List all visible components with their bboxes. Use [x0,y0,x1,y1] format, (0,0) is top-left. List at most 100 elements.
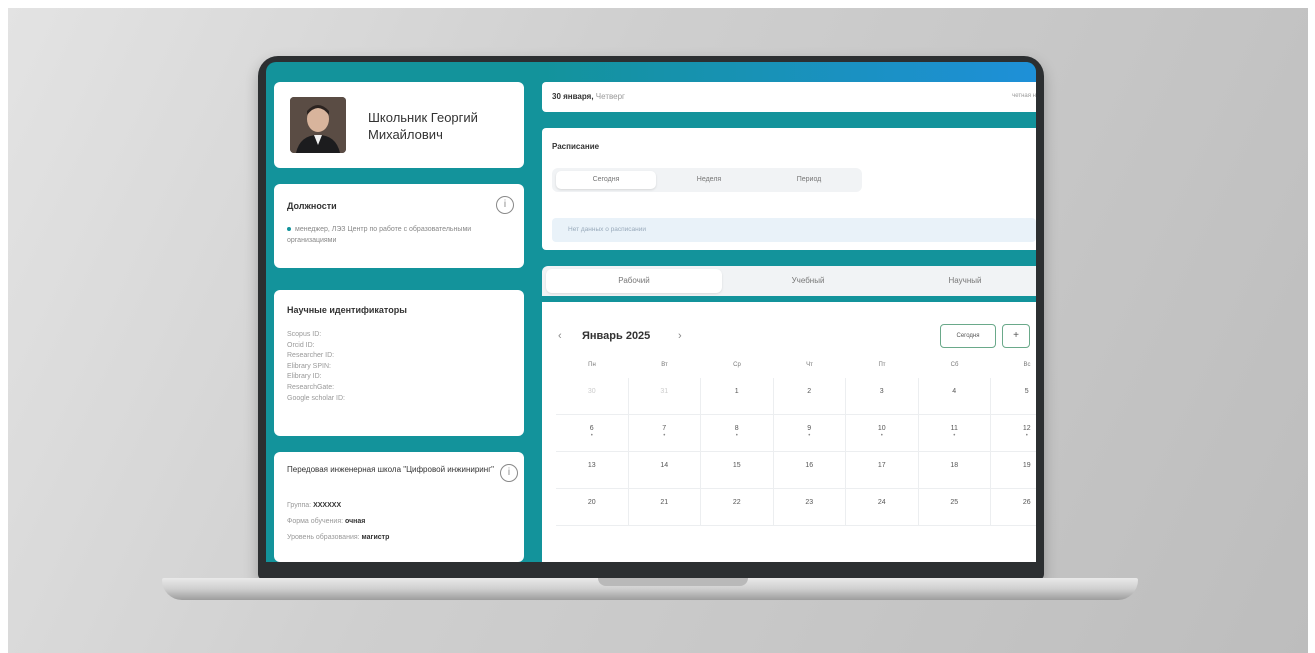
calendar-day[interactable]: 18 [918,452,991,489]
weekday-label: Сб [950,362,959,368]
calendar-day[interactable]: 13 [556,452,629,489]
calendar-day[interactable]: 3 [846,378,919,415]
calendar-day[interactable]: 2 [773,378,846,415]
list-item: Google scholar ID: [287,394,345,402]
weekday-label: Ср [733,362,741,368]
today-button[interactable]: Сегодня [940,324,996,348]
schedule-segmented-control: Сегодня Неделя Период [552,168,862,192]
field-value: очная [345,518,366,525]
weekday-label: Вт [661,362,668,368]
positions-title: Должности [287,201,337,211]
day-number: 9 [807,425,812,432]
laptop-bezel [258,562,1044,578]
laptop-notch [598,578,748,586]
top-strip [536,62,1036,82]
next-month-icon[interactable]: › [678,330,682,342]
weekday-header: Пн Вт Ср Чт Пт Сб Вс [556,362,1036,376]
calendar-day[interactable]: 10 • [846,415,919,452]
list-item: Elibrary SPIN: [287,362,331,370]
calendar-day[interactable]: 26 [991,489,1036,526]
calendar-day[interactable]: 7 • [628,415,701,452]
app-screen: Школьник Георгий Михайлович Должности i … [266,62,1036,562]
profile-card: Школьник Георгий Михайлович [274,82,524,168]
list-item: Elibrary ID: [287,373,322,381]
position-text: менеджер, ЛЭЗ Центр по работе с образова… [287,226,472,244]
calendar-day[interactable]: 19 [991,452,1036,489]
day-number: 8 [734,425,739,432]
current-date: 30 января, Четверг [552,92,625,101]
calendar-grid: 30 31 1 2 3 4 5 6 • 7 • 8 • 9 • 10 • 11 • 12 • … [556,378,1036,562]
calendar-day[interactable]: 14 [628,452,701,489]
bullet-icon [287,227,291,232]
calendar-day[interactable]: 16 [773,452,846,489]
calendar: ‹ Январь 2025 › Сегодня + Пн Вт Ср Чт Пт… [542,302,1036,562]
calendar-day[interactable]: 1 [701,378,774,415]
weekday-label: Вс [1023,362,1031,368]
profile-name: Школьник Георгий Михайлович [368,110,478,142]
calendar-tabs: Рабочий Учебный Научный [542,266,1036,296]
tab-science[interactable]: Научный [894,269,1036,293]
school-title: Передовая инженерная школа "Цифровой инж… [287,465,494,474]
day-number: 10 [877,425,886,432]
calendar-day[interactable]: 5 [991,378,1036,415]
day-number: 11 [950,425,958,432]
calendar-day[interactable]: 23 [773,489,846,526]
event-dot-icon: • [663,433,666,439]
calendar-month: Январь 2025 [582,330,651,342]
field-value: ХХХХХХ [313,502,342,509]
event-dot-icon: • [808,433,811,439]
schedule-title: Расписание [552,142,600,151]
segment-period[interactable]: Период [762,171,856,189]
weekday-label: Чт [806,362,813,368]
field-label: Группа: [287,502,312,509]
school-card: Передовая инженерная школа "Цифровой инж… [274,452,524,562]
calendar-day[interactable]: 15 [701,452,774,489]
tab-study[interactable]: Учебный [728,269,888,293]
segment-week[interactable]: Неделя [662,171,756,189]
info-icon[interactable]: i [500,464,518,482]
field-value: магистр [361,534,390,541]
info-icon[interactable]: i [496,196,514,214]
week-parity: четная н [1012,93,1036,99]
position-entry: менеджер, ЛЭЗ Центр по работе с образова… [287,224,487,246]
segment-today[interactable]: Сегодня [556,171,656,189]
calendar-day[interactable]: 11 • [918,415,991,452]
calendar-day[interactable]: 25 [918,489,991,526]
date-label: 30 января, [552,92,594,101]
list-item: Researcher ID: [287,352,335,360]
calendar-day[interactable]: 20 [556,489,629,526]
schedule-card: Расписание Сегодня Неделя Период Нет дан… [542,128,1036,250]
event-dot-icon: • [735,433,738,439]
weekday-label: Пт [878,362,886,368]
calendar-day[interactable]: 6 • [556,415,629,452]
calendar-day[interactable]: 4 [918,378,991,415]
avatar[interactable] [290,97,346,153]
weekday-label: Пн [588,362,596,368]
calendar-day[interactable]: 9 • [773,415,846,452]
tab-work[interactable]: Рабочий [546,269,722,293]
empty-schedule-message: Нет данных о расписании [552,218,1036,242]
list-item: Scopus ID: [287,331,322,338]
calendar-day[interactable]: 22 [701,489,774,526]
field-label: Форма обучения: [287,518,344,525]
avatar-photo [290,97,346,153]
school-form: Форма обучения: очная [287,518,365,525]
prev-month-icon[interactable]: ‹ [558,330,562,342]
calendar-day[interactable]: 8 • [701,415,774,452]
day-number: 12 [1022,425,1031,432]
calendar-day[interactable]: 12 • [991,415,1036,452]
add-event-button[interactable]: + [1002,324,1030,348]
calendar-day[interactable]: 24 [846,489,919,526]
day-number: 6 [589,425,594,432]
scientific-ids-title: Научные идентификаторы [287,305,407,315]
scientific-ids-card: Научные идентификаторы Scopus ID: Orcid … [274,290,524,436]
calendar-day[interactable]: 30 [556,378,629,415]
calendar-day[interactable]: 31 [628,378,701,415]
calendar-day[interactable]: 17 [846,452,919,489]
list-item: Orcid ID: [287,341,315,349]
positions-card: Должности i менеджер, ЛЭЗ Центр по работ… [274,184,524,268]
calendar-day[interactable]: 21 [628,489,701,526]
event-dot-icon: • [953,433,956,439]
event-dot-icon: • [880,433,883,439]
date-bar: 30 января, Четверг четная н [542,82,1036,112]
